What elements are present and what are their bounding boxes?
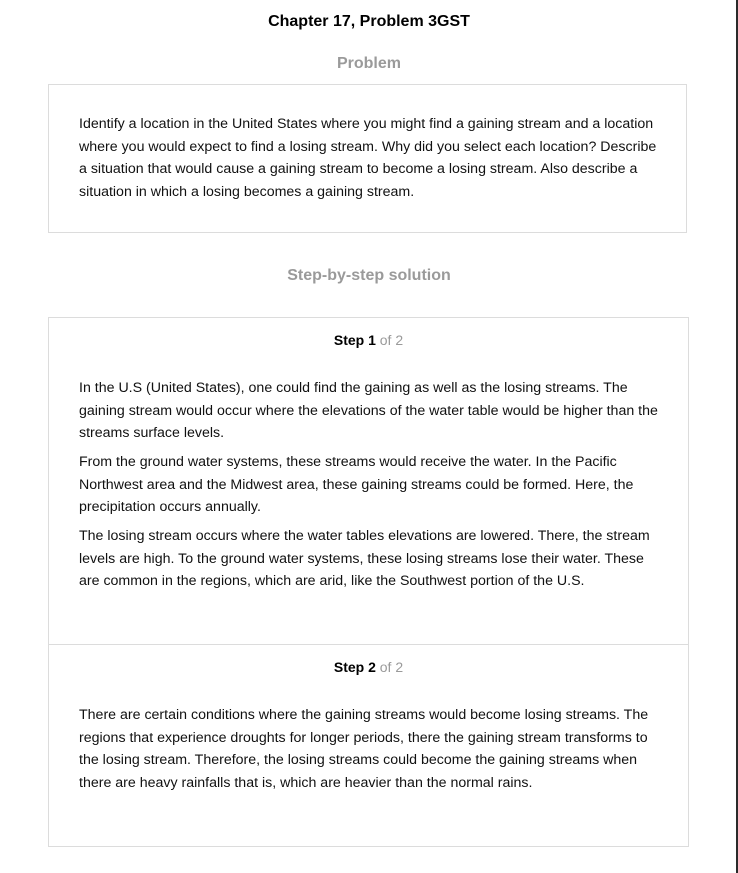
- problem-heading: Problem: [336, 55, 401, 72]
- step-1-header: Step 1 of 2: [49, 331, 688, 349]
- step-2-label: Step 2: [333, 659, 376, 675]
- step-1-label: Step 1: [333, 332, 376, 348]
- step-2-header: Step 2 of 2: [49, 658, 688, 676]
- step-1-paragraph-1: In the U.S (United States), one could fi…: [79, 380, 658, 441]
- step-divider: [49, 644, 688, 645]
- problem-text: Identify a location in the United States…: [79, 116, 657, 200]
- solution-box: Step 1 of 2 In the U.S (United States), …: [48, 317, 689, 847]
- step-2-of: of 2: [379, 659, 404, 675]
- step-2-paragraph-1: There are certain conditions where the g…: [79, 707, 649, 791]
- page-title: Chapter 17, Problem 3GST: [268, 13, 470, 30]
- solution-heading: Step-by-step solution: [287, 267, 451, 284]
- problem-box: Identify a location in the United States…: [48, 84, 687, 233]
- step-1-paragraph-3: The losing stream occurs where the water…: [79, 528, 650, 589]
- step-1-paragraph-2: From the ground water systems, these str…: [79, 454, 634, 515]
- step-1-of: of 2: [379, 332, 404, 348]
